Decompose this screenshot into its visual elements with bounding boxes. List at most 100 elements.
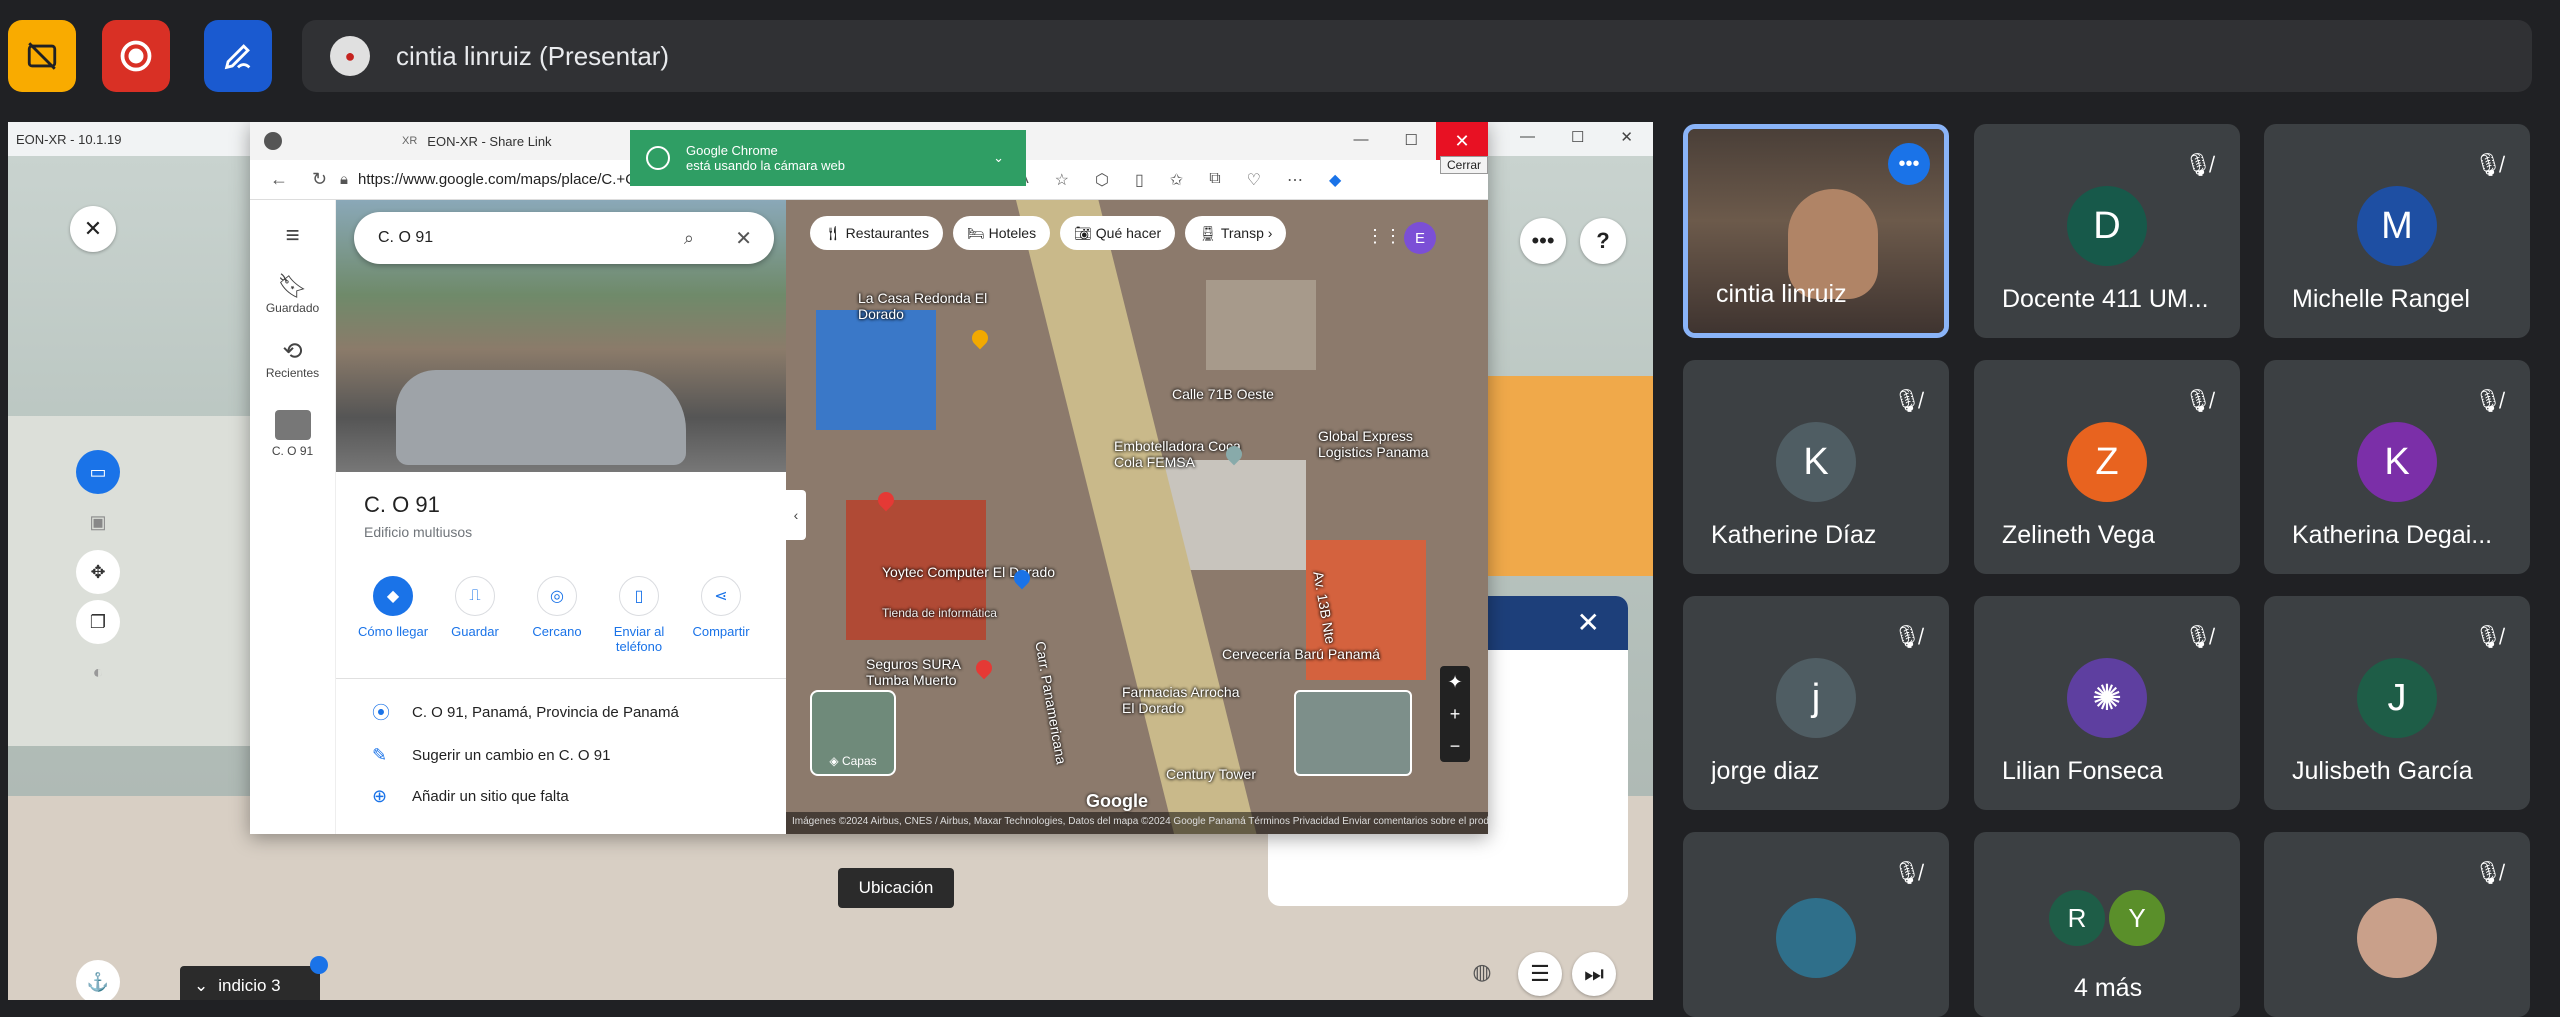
more-options-button[interactable]: ••• [1888,143,1930,185]
apps-grid-icon[interactable]: ⋮⋮ [1366,226,1402,247]
address-row[interactable]: ⦿ C. O 91, Panamá, Provincia de Panamá [336,699,786,725]
indicio-dropdown[interactable]: ⌄ indicio 3 [180,956,328,1000]
browser-close-button[interactable]: ✕ [1436,122,1488,160]
chip-label: Restaurantes [845,225,929,241]
menu-icon: ≡ [285,222,300,249]
bookmark-icon: ⎍ [455,576,495,616]
participant-tile[interactable]: 🎙︎̸ ✺ Lilian Fonseca [1974,596,2240,810]
map-pin-icon [972,656,996,680]
suggest-edit-row[interactable]: ✎ Sugerir un cambio en C. O 91 [336,745,786,766]
map-label: La Casa Redonda El Dorado [858,290,988,322]
tab-favicon: XR [402,135,418,147]
account-avatar[interactable]: E [1404,222,1436,254]
camera-in-use-notification: Google Chrome está usando la cámara web … [630,130,1026,186]
layers-button[interactable]: ◈ Capas [810,690,896,776]
search-input[interactable]: C. O 91 [378,229,433,247]
copilot-icon[interactable]: ◆ [1329,170,1341,190]
eon-more-button[interactable]: ••• [1520,218,1566,264]
collections-icon[interactable]: ⧉ [1209,170,1220,190]
directions-icon: ◆ [373,576,413,616]
send-to-phone-button[interactable]: ▯ Enviar al teléfono [598,576,680,654]
satellite-map[interactable]: 🍴︎ Restaurantes 🛏︎ Hoteles 📷︎ Qué hacer … [786,200,1488,834]
participant-name: Katherine Díaz [1711,521,1877,549]
chip-things-to-do[interactable]: 📷︎ Qué hacer [1060,216,1176,250]
eon-close-button[interactable]: ✕ [70,206,116,252]
action-label: Guardar [451,624,499,639]
place-photo[interactable]: C. O 91 ⌕ ✕ [336,200,786,472]
zoom-in-icon[interactable]: + [1450,704,1461,725]
browser-tab[interactable]: XR EON-XR - Share Link [402,134,552,149]
favorite-icon[interactable]: ☆ [1055,170,1069,190]
more-participants-label: 4 más [2074,974,2143,1002]
extensions-icon[interactable]: ⬡ [1095,170,1109,190]
avatar-group: R Y [2047,890,2167,946]
split-screen-icon[interactable]: ▯ [1135,170,1144,190]
search-icon[interactable]: ⌕ [684,228,694,249]
profile-icon[interactable] [264,132,282,150]
favorites-icon[interactable]: ✩ [1170,170,1183,190]
chevron-down-icon[interactable]: ⌄ [993,150,1004,166]
chip-hotels[interactable]: 🛏︎ Hoteles [952,216,1051,250]
performance-icon[interactable]: ♡ [1247,170,1261,190]
image-tool-icon[interactable]: ▣ [76,500,120,544]
avatar: M [2357,186,2437,266]
anchor-tool-icon[interactable]: ⚓ [76,960,120,1000]
save-button[interactable]: ⎍ Guardar [434,576,516,654]
compass-icon[interactable]: ✦ [1447,672,1462,693]
more-icon[interactable]: ⋯ [1287,170,1303,190]
directions-button[interactable]: ◆ Cómo llegar [352,576,434,654]
participant-tile[interactable]: 🎙︎̸ D Docente 411 UM... [1974,124,2240,338]
share-button[interactable]: ⋖ Compartir [680,576,762,654]
notification-line1: Google Chrome [686,143,778,158]
participant-tile[interactable]: 🎙︎̸ K Katherina Degai... [2264,360,2530,574]
participant-tile[interactable]: 🎙︎̸ [1683,832,1949,1017]
chip-transit[interactable]: 🚆︎ Transp › [1185,216,1287,250]
next-step-button[interactable]: ⏭ [1572,952,1616,996]
zoom-out-icon[interactable]: − [1450,736,1461,757]
street-view-thumbnail[interactable] [1294,690,1412,776]
participant-tile[interactable]: 🎙︎̸ [2264,832,2530,1017]
add-place-row[interactable]: ⊕ Añadir un sitio que falta [336,786,786,807]
recent-button[interactable]: ⟲ Recientes [250,337,335,380]
back-icon[interactable]: ← [270,169,288,190]
avatar [2357,898,2437,978]
chip-restaurants[interactable]: 🍴︎ Restaurantes [810,216,943,250]
layers-tool-icon[interactable]: ❐ [76,600,120,644]
recent-place-button[interactable]: C. O 91 [250,410,335,458]
scene-wall [8,416,258,746]
google-maps: ≡ 🔖︎ Guardado ⟲ Recientes C. O 91 C. O 91 … [250,200,1488,834]
maximize-icon[interactable]: ☐ [1571,128,1584,146]
search-box[interactable]: C. O 91 ⌕ ✕ [354,212,774,264]
reload-icon[interactable]: ↻ [312,169,327,190]
eon-help-button[interactable]: ? [1580,218,1626,264]
nearby-button[interactable]: ◎ Cercano [516,576,598,654]
participant-tile[interactable]: 🎙︎̸ Z Zelineth Vega [1974,360,2240,574]
maximize-icon[interactable]: ☐ [1405,131,1418,149]
close-icon[interactable]: ✕ [1620,128,1633,146]
participant-name: Katherina Degai... [2292,521,2493,549]
avatar [1776,898,1856,978]
close-icon[interactable]: ✕ [735,226,752,251]
participant-tile-self[interactable]: ••• cintia linruiz [1683,124,1949,338]
record-button[interactable] [102,20,170,92]
minimize-icon[interactable]: — [1354,131,1369,149]
collapse-panel-button[interactable]: ‹ [786,490,806,540]
participant-tile[interactable]: 🎙︎̸ M Michelle Rangel [2264,124,2530,338]
more-participants-tile[interactable]: R Y 4 más [1974,832,2240,1017]
annotate-button[interactable] [204,20,272,92]
participant-tile[interactable]: 🎙︎̸ j jorge diaz [1683,596,1949,810]
participant-tile[interactable]: 🎙︎̸ K Katherine Díaz [1683,360,1949,574]
menu-button[interactable]: ≡ [250,222,335,250]
globe-icon[interactable]: ◍ [1466,956,1498,988]
list-menu-button[interactable]: ☰ [1518,952,1562,996]
participant-tile[interactable]: 🎙︎̸ J Julisbeth García [2264,596,2530,810]
captions-off-button[interactable] [8,20,76,92]
toggle-tool-icon[interactable]: ◐ [76,650,120,694]
minimize-icon[interactable]: — [1520,128,1535,146]
move-tool-icon[interactable]: ✥ [76,550,120,594]
chat-tool-icon[interactable]: ▭ [76,450,120,494]
camera-icon [646,146,670,170]
saved-button[interactable]: 🔖︎ Guardado [250,272,335,315]
close-icon[interactable]: ✕ [1577,606,1600,639]
nearby-icon: ◎ [537,576,577,616]
